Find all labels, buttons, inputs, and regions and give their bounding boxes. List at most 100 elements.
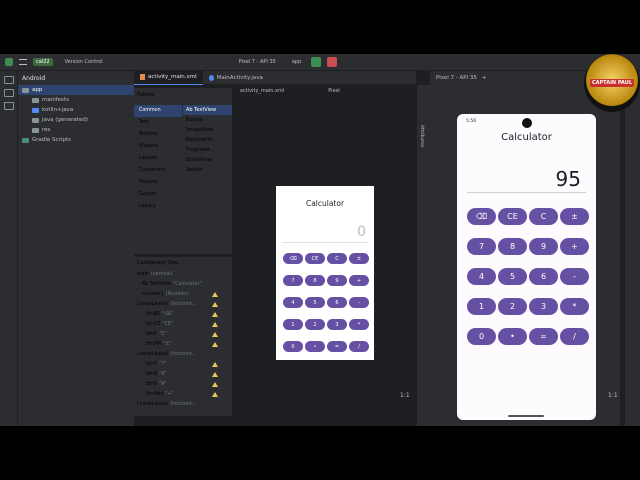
keypad-button[interactable]: *: [560, 298, 589, 315]
palette-category[interactable]: Legacy: [134, 201, 182, 213]
tree-row[interactable]: Ab TextView "Calculator": [134, 279, 232, 289]
palette-category[interactable]: Helpers: [134, 177, 182, 189]
palette-item[interactable]: ImageView: [183, 125, 232, 135]
keypad-button[interactable]: /: [349, 341, 369, 352]
palette-item[interactable]: Ab TextView: [183, 105, 232, 115]
keypad-button[interactable]: ±: [349, 253, 369, 264]
keypad-button[interactable]: 1: [283, 319, 303, 330]
design-preview[interactable]: Calculator 0 ⌫ CE C ±7 8 9 +4 5 6-1 2 3 * 0 • = /: [276, 186, 374, 360]
run-config-selector[interactable]: app: [292, 59, 301, 65]
palette-item[interactable]: Switch: [183, 165, 232, 175]
palette-item[interactable]: ScrollView: [183, 155, 232, 165]
tree-row[interactable]: LinearLayout (horizont...: [134, 349, 232, 359]
project-tool-icon[interactable]: [3, 76, 14, 84]
keypad-button[interactable]: 3: [327, 319, 347, 330]
main-menu-icon[interactable]: [19, 59, 27, 65]
keypad-button[interactable]: 9: [529, 238, 558, 255]
preview-device-selector[interactable]: Pixel: [328, 88, 340, 94]
tree-row[interactable]: btnC "C": [134, 329, 232, 339]
keypad-button[interactable]: 8: [498, 238, 527, 255]
tab-main-activity[interactable]: MainActivity.java: [203, 71, 269, 85]
keypad-button[interactable]: -: [349, 297, 369, 308]
keypad-button[interactable]: 3: [529, 298, 558, 315]
tree-row[interactable]: btnAdd "+": [134, 389, 232, 399]
keypad-button[interactable]: 2: [498, 298, 527, 315]
keypad-button[interactable]: 0: [467, 328, 496, 345]
gesture-home-bar[interactable]: [508, 415, 544, 417]
device-zoom-label[interactable]: 1:1: [608, 392, 618, 399]
tree-row[interactable]: btn8 "8": [134, 369, 232, 379]
tree-row[interactable]: main (vertical): [134, 269, 232, 279]
palette-category[interactable]: Widgets: [134, 141, 182, 153]
keypad-button[interactable]: 7: [283, 275, 303, 286]
keypad-button[interactable]: 2: [305, 319, 325, 330]
keypad-button[interactable]: 6: [327, 297, 347, 308]
keypad-button[interactable]: =: [327, 341, 347, 352]
tree-row[interactable]: btnCE "CE": [134, 319, 232, 329]
tab-activity-main[interactable]: activity_main.xml: [134, 70, 203, 85]
device-selector[interactable]: Pixel 7 - API 35: [239, 59, 276, 65]
tree-item[interactable]: manifests: [18, 95, 134, 105]
palette-category[interactable]: Google: [134, 189, 182, 201]
keypad-button[interactable]: 6: [529, 268, 558, 285]
keypad-button[interactable]: CE: [305, 253, 325, 264]
palette-item[interactable]: Fragment...: [183, 145, 232, 155]
project-selector[interactable]: cal22: [33, 58, 53, 66]
keypad-button[interactable]: ±: [560, 208, 589, 225]
keypad-button[interactable]: 1: [467, 298, 496, 315]
project-view-selector[interactable]: Android: [22, 75, 45, 82]
canvas-zoom-label[interactable]: 1:1: [400, 392, 410, 399]
tree-item[interactable]: java (generated): [18, 115, 134, 125]
palette-category[interactable]: Text: [134, 117, 182, 129]
palette-item[interactable]: RecyclerVi...: [183, 135, 232, 145]
more-tools-icon[interactable]: [3, 102, 14, 110]
keypad-button[interactable]: CE: [498, 208, 527, 225]
tree-row[interactable]: btn9 "9": [134, 379, 232, 389]
add-device-icon[interactable]: +: [482, 75, 487, 81]
tree-item[interactable]: app: [18, 85, 134, 95]
palette-category[interactable]: Containers: [134, 165, 182, 177]
keypad-button[interactable]: •: [305, 341, 325, 352]
keypad-button[interactable]: 7: [467, 238, 496, 255]
keypad-button[interactable]: *: [349, 319, 369, 330]
keypad-button[interactable]: 4: [467, 268, 496, 285]
keypad-button[interactable]: +: [560, 238, 589, 255]
keypad-button[interactable]: -: [560, 268, 589, 285]
tree-row[interactable]: btn7 "7": [134, 359, 232, 369]
file-selector[interactable]: activity_main.xml: [240, 88, 284, 94]
palette-category[interactable]: Common: [134, 105, 182, 117]
tree-row[interactable]: LinearLayout (horizont...: [134, 299, 232, 309]
keypad-button[interactable]: ⌫: [283, 253, 303, 264]
tree-row[interactable]: btnBS "⌫": [134, 309, 232, 319]
keypad-button[interactable]: C: [529, 208, 558, 225]
keypad-button[interactable]: 9: [327, 275, 347, 286]
tree-row[interactable]: btnPM "±": [134, 339, 232, 349]
commit-tool-icon[interactable]: [3, 89, 14, 97]
tree-item[interactable]: Gradle Scripts: [18, 135, 134, 145]
tree-item[interactable]: kotlin+java: [18, 105, 134, 115]
keypad-button[interactable]: 4: [283, 297, 303, 308]
keypad-button[interactable]: 5: [498, 268, 527, 285]
keypad-button[interactable]: •: [498, 328, 527, 345]
attributes-tab[interactable]: Attributes: [419, 125, 424, 147]
tree-row[interactable]: LinearLayout (horizont...: [134, 399, 232, 409]
palette-category[interactable]: Layouts: [134, 153, 182, 165]
keypad-button[interactable]: C: [327, 253, 347, 264]
preview-display: 0: [357, 224, 366, 240]
keypad-button[interactable]: /: [560, 328, 589, 345]
tree-row[interactable]: number1 (Number): [134, 289, 232, 299]
keypad-button[interactable]: 8: [305, 275, 325, 286]
vcs-selector[interactable]: Version Control: [65, 59, 103, 65]
keypad-button[interactable]: ⌫: [467, 208, 496, 225]
tree-item[interactable]: res: [18, 125, 134, 135]
run-icon[interactable]: [311, 57, 322, 67]
keypad-button[interactable]: +: [349, 275, 369, 286]
keypad-button[interactable]: 5: [305, 297, 325, 308]
running-device-tab[interactable]: Pixel 7 - API 35: [436, 75, 477, 81]
emulator-screen[interactable]: 5:56 Calculator 95 ⌫ CE C ±7 8 9 +4 5 6- 1 2 3 * 0 • = /: [457, 114, 596, 420]
palette-item[interactable]: Button: [183, 115, 232, 125]
keypad-button[interactable]: 0: [283, 341, 303, 352]
palette-category[interactable]: Buttons: [134, 129, 182, 141]
stop-icon[interactable]: [327, 57, 338, 67]
keypad-button[interactable]: =: [529, 328, 558, 345]
